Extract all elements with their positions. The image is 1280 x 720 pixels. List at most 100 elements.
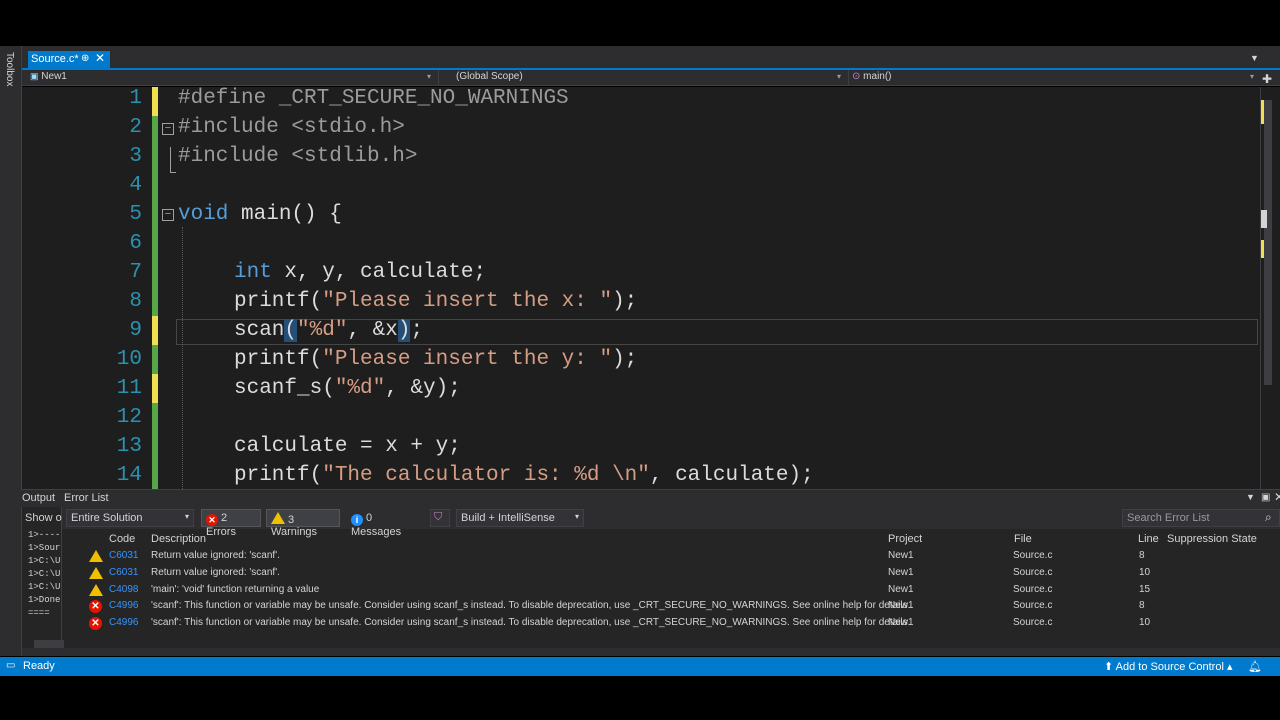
build-mode-select[interactable]: Build + IntelliSense ▾ [456, 509, 584, 527]
output-line: 1>C:\U [28, 582, 61, 592]
code-line-1[interactable]: #define _CRT_SECURE_NO_WARNINGS [178, 87, 569, 110]
chevron-down-icon[interactable]: ▼ [1246, 492, 1255, 502]
change-bar [152, 374, 158, 403]
change-bar [152, 116, 158, 316]
code-line-2[interactable]: #include <stdio.h> [178, 116, 405, 139]
project-icon: ▣ [30, 71, 39, 81]
output-line: ==== [28, 608, 50, 618]
search-error-list-input[interactable]: Search Error List [1122, 509, 1280, 527]
panel-bottom-strip [22, 648, 1280, 656]
source-control-button[interactable]: ⬆ Add to Source Control ▴ [1104, 660, 1233, 673]
toolbox-strip[interactable] [0, 46, 22, 656]
scope-select[interactable]: Entire Solution ▾ [66, 509, 194, 527]
code-line-8[interactable]: printf("Please insert the x: "); [234, 290, 637, 313]
search-icon[interactable]: ⌕ [1265, 510, 1272, 525]
column-header-file[interactable]: File [1014, 533, 1032, 545]
panel-header: Error List ▼ ▣ ✕ [22, 490, 1280, 507]
tab-error-list[interactable]: Error List [64, 492, 109, 504]
filter-icon[interactable]: ⛉ [430, 509, 450, 527]
code-line-14[interactable]: printf("The calculator is: %d \n", calcu… [234, 464, 814, 487]
tab-label: Source.c* [31, 53, 79, 65]
line-number: 8 [129, 290, 142, 313]
maximize-icon[interactable]: ▣ [1261, 492, 1270, 503]
code-editor[interactable]: − − 1 2 3 4 5 6 7 8 9 10 11 12 13 14 #de… [22, 87, 1260, 489]
code-line-3[interactable]: #include <stdlib.h> [178, 145, 417, 168]
outline-guide [170, 147, 171, 173]
column-header-description[interactable]: Description [151, 533, 206, 545]
line-number: 12 [116, 406, 142, 429]
member-dropdown[interactable]: ⊙ main() [852, 71, 892, 82]
table-row[interactable]: C6031 Return value ignored: 'scanf'. New… [84, 565, 1268, 582]
tab-output[interactable]: Output [0, 490, 60, 507]
chevron-down-icon[interactable]: ▾ [427, 72, 431, 81]
line-number: 13 [116, 435, 142, 458]
horizontal-scrollbar[interactable] [34, 640, 64, 648]
line-number: 11 [116, 377, 142, 400]
table-row[interactable]: C4098 'main': 'void' function returning … [84, 582, 1268, 599]
divider [848, 70, 849, 85]
chevron-down-icon[interactable]: ▾ [837, 72, 841, 81]
chevron-up-icon: ▴ [1226, 661, 1233, 673]
table-row[interactable]: C6031 Return value ignored: 'scanf'. New… [84, 548, 1268, 565]
output-line: 1>C:\U [28, 569, 61, 579]
code-line-7[interactable]: int x, y, calculate; [234, 261, 486, 284]
navigation-bar: ▣ New1 ▾ (Global Scope) ▾ ⊙ main() ▾ [22, 70, 1280, 86]
method-icon: ⊙ [852, 71, 861, 82]
code-line-5[interactable]: void main() { [178, 203, 342, 226]
output-line: 1>C:\U [28, 556, 61, 566]
scrollbar-thumb[interactable] [1264, 100, 1272, 385]
indent-guide [182, 227, 183, 489]
code-line-9[interactable]: scan("%d", &x); [234, 319, 423, 342]
pin-icon[interactable]: ⊕ [81, 53, 89, 64]
toolbox-label[interactable]: Toolbox [4, 52, 15, 86]
code-line-10[interactable]: printf("Please insert the y: "); [234, 348, 637, 371]
warning-icon [89, 584, 103, 596]
line-number: 6 [129, 232, 142, 255]
split-window-icon[interactable]: ✚ [1262, 72, 1272, 86]
notification-bell-icon[interactable]: 🔔︎ [1248, 660, 1262, 673]
tab-source-c[interactable]: Source.c* ⊕ ✕ [28, 51, 110, 68]
line-number: 10 [116, 348, 142, 371]
error-icon: ✕ [206, 514, 218, 526]
table-row[interactable]: ✕ C4996 'scanf': This function or variab… [84, 598, 1268, 615]
scope-dropdown[interactable]: (Global Scope) [456, 71, 523, 82]
tab-list-dropdown-icon[interactable]: ▼ [1250, 53, 1259, 63]
close-icon[interactable]: ✕ [1274, 490, 1280, 504]
document-tab-strip [22, 51, 1280, 69]
table-row[interactable]: ✕ C4996 'scanf': This function or variab… [84, 615, 1268, 632]
change-bar [152, 403, 158, 489]
project-dropdown[interactable]: ▣ New1 [30, 71, 67, 82]
output-line: 1>---- [28, 530, 61, 540]
scroll-change-mark [1261, 100, 1264, 124]
chevron-down-icon: ▾ [184, 512, 189, 521]
line-number: 4 [129, 174, 142, 197]
column-header-code[interactable]: Code [109, 533, 135, 545]
line-number: 14 [116, 464, 142, 487]
errors-filter-toggle[interactable]: ✕ 2 Errors [201, 509, 261, 538]
code-line-11[interactable]: scanf_s("%d", &y); [234, 377, 461, 400]
change-bar [152, 345, 158, 374]
column-header-suppression[interactable]: Suppression State [1167, 533, 1257, 545]
line-number: 1 [129, 87, 142, 110]
messages-filter-toggle[interactable]: i0 Messages [346, 509, 424, 538]
line-number: 9 [129, 319, 142, 342]
warning-icon [89, 550, 103, 562]
line-number: 7 [129, 261, 142, 284]
column-header-project[interactable]: Project [888, 533, 922, 545]
chevron-down-icon[interactable]: ▾ [1250, 72, 1254, 81]
line-number: 2 [129, 116, 142, 139]
warnings-filter-toggle[interactable]: 3 Warnings [266, 509, 340, 538]
info-icon: i [351, 514, 363, 526]
status-ready: Ready [23, 660, 55, 672]
line-number: 5 [129, 203, 142, 226]
close-icon[interactable]: ✕ [95, 51, 105, 65]
status-window-icon: ▭ [6, 660, 16, 671]
status-bar: ▭ Ready ⬆ Add to Source Control ▴ 🔔︎ [0, 657, 1280, 676]
column-header-line[interactable]: Line [1138, 533, 1159, 545]
collapse-toggle-icon[interactable]: − [162, 209, 174, 221]
scroll-change-mark [1261, 240, 1264, 258]
change-bar [152, 316, 158, 345]
collapse-toggle-icon[interactable]: − [162, 123, 174, 135]
code-line-13[interactable]: calculate = x + y; [234, 435, 461, 458]
line-number: 3 [129, 145, 142, 168]
